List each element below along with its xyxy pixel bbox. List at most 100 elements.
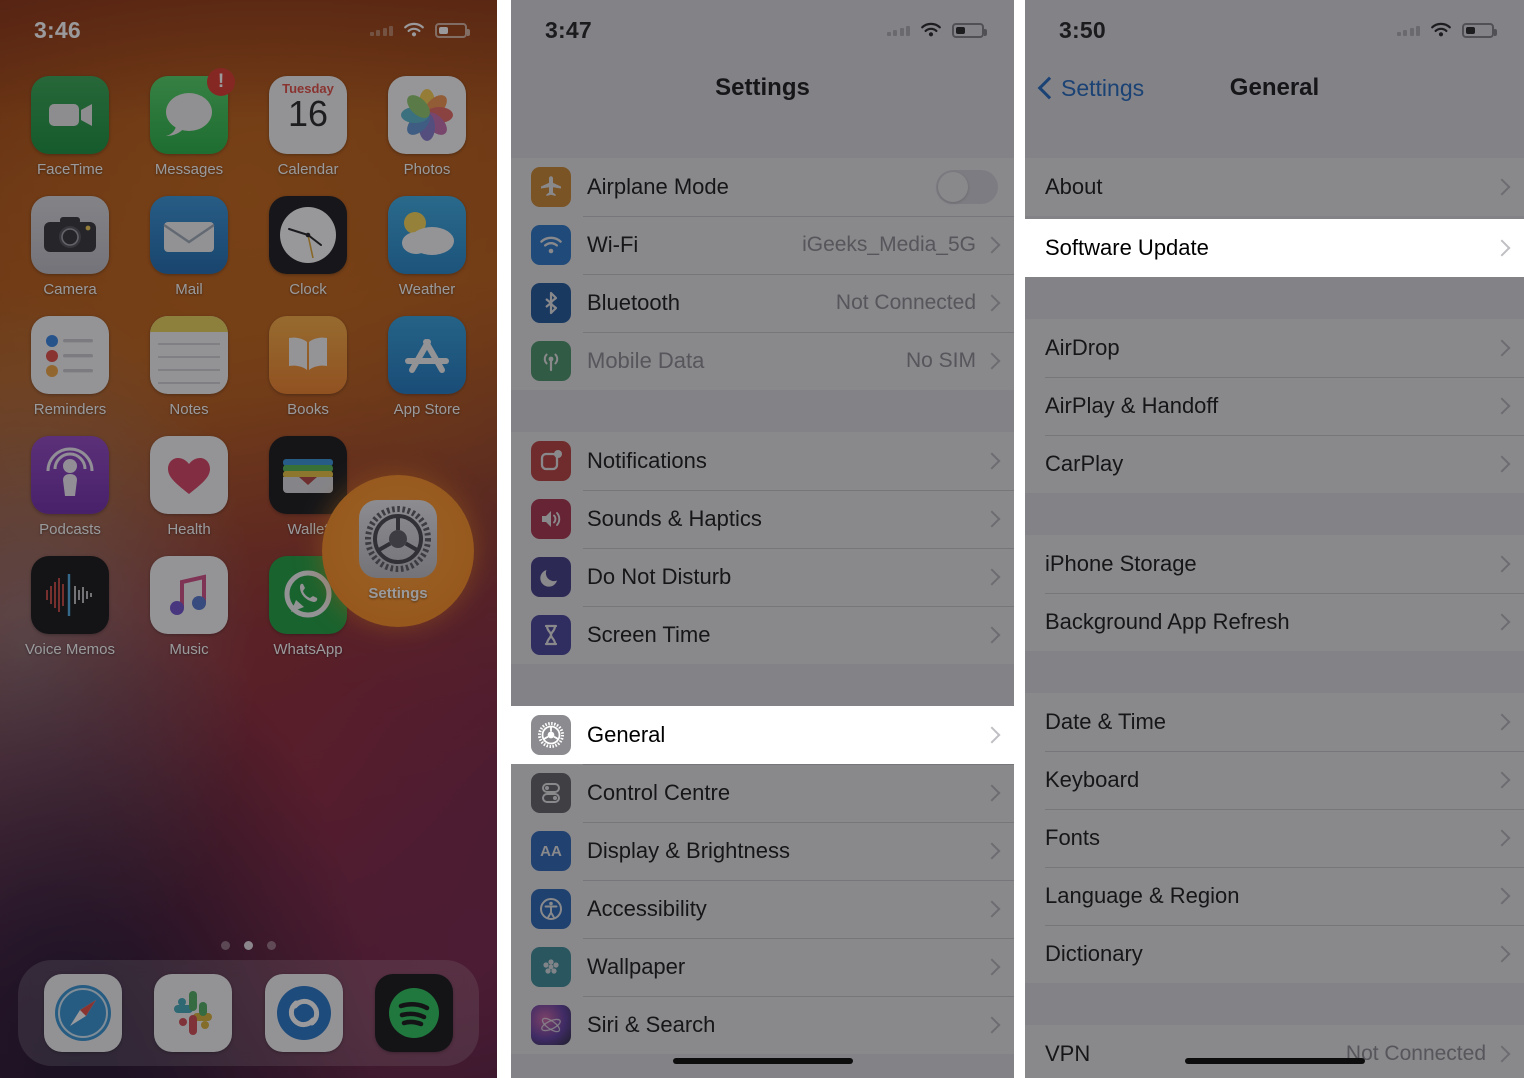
app-camera[interactable]: Camera [18,196,122,298]
bluetooth-icon [531,283,571,323]
general-row-vpn[interactable]: VPN Not Connected [1025,1025,1524,1078]
settings-row-mobile-data[interactable]: Mobile Data No SIM [511,332,1014,390]
status-icons [1396,21,1497,39]
notes-icon [150,316,228,394]
back-button-label: Settings [1061,74,1145,101]
app-label: Reminders [33,401,107,418]
settings-row-screen-time[interactable]: Screen Time [511,606,1014,664]
settings-row-label: Siri & Search [587,1012,716,1037]
home-indicator[interactable] [1184,1058,1365,1064]
badge-count: ! [207,68,235,96]
page-dots[interactable] [0,941,497,950]
settings-row-display-brightness[interactable]: AA Display & Brightness [511,822,1014,880]
general-row-label: iPhone Storage [1045,551,1197,576]
app-clock[interactable]: Clock [256,196,360,298]
app-voicememos[interactable]: Voice Memos [18,556,122,658]
app-weather[interactable]: Weather [375,196,479,298]
section-gap [1025,493,1524,535]
settings-app-highlight[interactable]: Settings [322,475,474,627]
general-row-date-time[interactable]: Date & Time [1025,693,1524,751]
general-row-software-update[interactable]: Software Update [1025,219,1524,277]
app-label: Photos [403,161,451,178]
spotify-icon[interactable] [374,974,453,1052]
app-label: Weather [398,281,456,298]
app-appstore[interactable]: App Store [375,316,479,418]
airplane-mode-toggle[interactable] [936,170,998,204]
app-label: Camera [43,281,97,298]
settings-row-airplane-mode[interactable]: Airplane Mode [511,158,1014,216]
page-dot-active[interactable] [244,941,253,950]
page-title: Settings [715,74,810,101]
settings-row-do-not-disturb[interactable]: Do Not Disturb [511,548,1014,606]
app-facetime[interactable]: FaceTime [18,76,122,178]
settings-row-label: Do Not Disturb [587,564,732,589]
general-row-label: CarPlay [1045,451,1124,476]
settings-row-label: Bluetooth [587,290,680,315]
app-label: App Store [393,401,461,418]
safari-icon[interactable] [44,974,123,1052]
settings-row-general[interactable]: General [511,706,1014,764]
app-label: Books [287,401,329,418]
general-group-vpn: VPN Not Connected [1025,1025,1524,1078]
health-icon [150,436,228,514]
back-button[interactable]: Settings [1037,74,1145,102]
app-mail[interactable]: Mail [137,196,241,298]
app-notes[interactable]: Notes [137,316,241,418]
settings-row-control-centre[interactable]: Control Centre [511,764,1014,822]
page-dot[interactable] [267,941,276,950]
battery-low-icon [435,22,470,38]
calendar-icon: Tuesday 16 [269,76,347,154]
settings-row-sounds-haptics[interactable]: Sounds & Haptics [511,490,1014,548]
slack-icon[interactable] [154,974,233,1052]
app-photos[interactable]: Photos [375,76,479,178]
general-group-sharing: AirDrop AirPlay & Handoff CarPlay [1025,319,1524,493]
display-brightness-icon: AA [531,831,571,871]
app-health[interactable]: Health [137,436,241,538]
settings-row-label: Sounds & Haptics [587,506,762,531]
general-row-background-app-refresh[interactable]: Background App Refresh [1025,593,1524,651]
chevron-right-icon [983,1016,1001,1034]
app-podcasts[interactable]: Podcasts [18,436,122,538]
settings-row-wallpaper[interactable]: Wallpaper [511,938,1014,996]
panel-divider [1014,0,1025,1078]
wifi-icon [921,22,941,37]
chevron-right-icon [1493,945,1511,963]
app-calendar[interactable]: Tuesday 16 Calendar [256,76,360,178]
app-label: Mail [175,281,203,298]
settings-row-accessibility[interactable]: Accessibility [511,880,1014,938]
settings-row-siri-search[interactable]: Siri & Search [511,996,1014,1054]
app-messages[interactable]: ! Messages [137,68,241,178]
app-music[interactable]: Music [137,556,241,658]
settings-row-label: Screen Time [587,622,711,647]
general-row-carplay[interactable]: CarPlay [1025,435,1524,493]
settings-row-bluetooth[interactable]: Bluetooth Not Connected [511,274,1014,332]
settings-row-notifications[interactable]: Notifications [511,432,1014,490]
app-books[interactable]: Books [256,316,360,418]
toggle-knob [938,172,968,202]
settings-row-label: Airplane Mode [587,174,729,199]
shazam-icon[interactable] [264,974,343,1052]
app-reminders[interactable]: Reminders [18,316,122,418]
general-row-airplay-handoff[interactable]: AirPlay & Handoff [1025,377,1524,435]
settings-navbar: Settings [511,60,1014,116]
general-row-airdrop[interactable]: AirDrop [1025,319,1524,377]
page-title: General [1229,74,1320,101]
chevron-right-icon [983,626,1001,644]
general-row-keyboard[interactable]: Keyboard [1025,751,1524,809]
settings-row-label: Accessibility [587,896,707,921]
notifications-icon [531,441,571,481]
accessibility-icon [531,889,571,929]
general-row-fonts[interactable]: Fonts [1025,809,1524,867]
general-row-dictionary[interactable]: Dictionary [1025,925,1524,983]
general-row-language-region[interactable]: Language & Region [1025,867,1524,925]
general-row-iphone-storage[interactable]: iPhone Storage [1025,535,1524,593]
wifi-icon [531,225,571,265]
home-indicator[interactable] [672,1058,853,1064]
status-time: 3:50 [1059,16,1106,43]
clock-icon [269,196,347,274]
general-row-about[interactable]: About [1025,158,1524,216]
page-dot[interactable] [221,941,230,950]
panel-general: 3:50 Settings General About Software Upd… [1025,0,1524,1078]
camera-icon [31,196,109,274]
settings-row-wifi[interactable]: Wi-Fi iGeeks_Media_5G [511,216,1014,274]
